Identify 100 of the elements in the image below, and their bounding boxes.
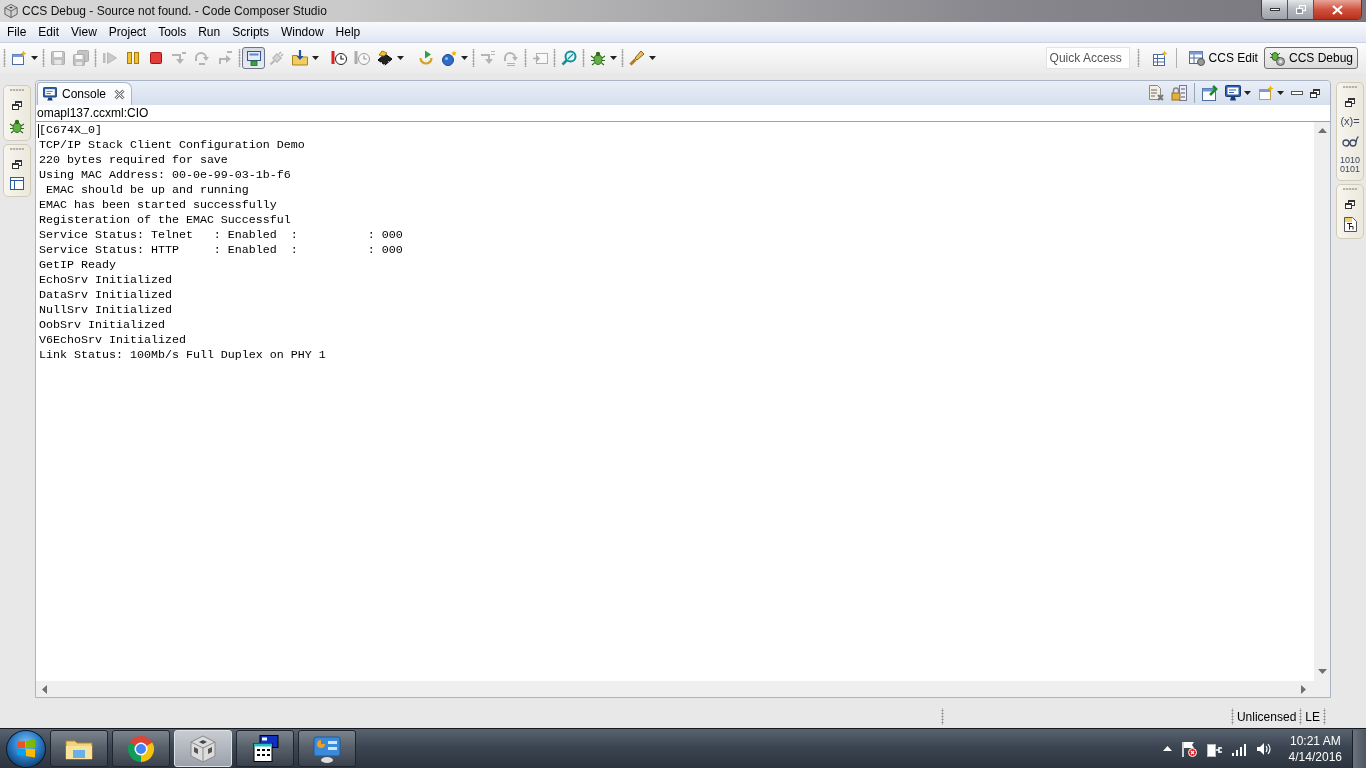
window-grid-icon bbox=[1188, 50, 1205, 66]
console-line: Service Status: HTTP : Enabled : : 000 bbox=[39, 243, 403, 258]
restore-icon[interactable] bbox=[1345, 200, 1355, 209]
glasses-icon[interactable] bbox=[1341, 135, 1359, 148]
up-triangle-icon[interactable] bbox=[1162, 746, 1172, 751]
clock-date: 4/14/2016 bbox=[1288, 748, 1342, 765]
caret-icon[interactable] bbox=[649, 56, 656, 60]
console-line: [C674X_0] bbox=[39, 123, 102, 138]
window-star-icon[interactable] bbox=[1258, 85, 1274, 101]
quick-access-field[interactable]: Quick Access bbox=[1045, 47, 1130, 69]
stop-icon[interactable] bbox=[147, 50, 164, 66]
menu-item[interactable]: Edit bbox=[32, 22, 66, 42]
menu-item[interactable]: Window bbox=[274, 22, 330, 42]
perspective-button[interactable]: CCS Edit bbox=[1183, 47, 1263, 69]
console-line: Link Status: 100Mb/s Full Duplex on PHY 1 bbox=[39, 348, 326, 363]
panel-layout-icon[interactable] bbox=[10, 177, 24, 190]
bug-icon[interactable] bbox=[9, 118, 25, 134]
bug-icon[interactable] bbox=[589, 50, 606, 66]
ball-star-icon[interactable] bbox=[440, 50, 457, 66]
caret-icon[interactable] bbox=[1277, 91, 1284, 95]
taskbar-button[interactable] bbox=[50, 730, 108, 767]
menu-item[interactable]: Tools bbox=[152, 22, 193, 42]
caret-icon[interactable] bbox=[1244, 91, 1251, 95]
restore-icon[interactable] bbox=[1345, 98, 1355, 107]
window-star-icon[interactable] bbox=[10, 50, 27, 66]
console-source-label: omapl137.ccxml:CIO bbox=[37, 106, 149, 120]
console-line: OobSrv Initialized bbox=[39, 318, 165, 333]
flag-error-icon[interactable] bbox=[1180, 740, 1197, 757]
brush-icon[interactable] bbox=[628, 50, 645, 66]
caret-icon[interactable] bbox=[31, 56, 38, 60]
console-line: Using MAC Address: 00-0e-99-03-1b-f6 bbox=[39, 168, 291, 183]
scroll-up-icon[interactable] bbox=[1317, 128, 1327, 133]
caret-icon[interactable] bbox=[461, 56, 468, 60]
menu-item[interactable]: View bbox=[65, 22, 103, 42]
menu-item[interactable]: Run bbox=[192, 22, 227, 42]
close-button[interactable] bbox=[1314, 0, 1361, 19]
clock-icon[interactable] bbox=[330, 50, 347, 66]
console-tab[interactable]: Console bbox=[37, 82, 133, 105]
search-icon[interactable] bbox=[560, 50, 577, 66]
menu-item[interactable]: Help bbox=[329, 22, 367, 42]
menu-item[interactable]: Scripts bbox=[226, 22, 275, 42]
horizontal-scrollbar[interactable] bbox=[36, 681, 1330, 697]
start-button[interactable] bbox=[6, 729, 46, 768]
scroll-down-icon[interactable] bbox=[1317, 669, 1327, 674]
status-text: Unlicensed bbox=[1236, 709, 1297, 724]
close-icon[interactable] bbox=[114, 88, 126, 100]
grid-star-icon[interactable] bbox=[1151, 50, 1168, 66]
console-line: 220 bytes required for save bbox=[39, 153, 228, 168]
monitor-icon bbox=[43, 87, 57, 101]
folder-arrow-icon[interactable] bbox=[291, 50, 308, 66]
window-pin-icon[interactable] bbox=[1202, 85, 1218, 101]
restart-arrow-icon[interactable] bbox=[417, 50, 434, 66]
menu-item[interactable]: File bbox=[1, 22, 33, 42]
pause-icon[interactable] bbox=[124, 50, 141, 66]
vertical-scrollbar[interactable] bbox=[1314, 122, 1330, 681]
minimize-icon[interactable] bbox=[1291, 91, 1303, 95]
window-stack-icon[interactable] bbox=[250, 733, 280, 764]
minimize-button[interactable] bbox=[1262, 0, 1288, 19]
circle-logo-icon[interactable] bbox=[126, 733, 156, 764]
console-line: Service Status: Telnet : Enabled : : 000 bbox=[39, 228, 403, 243]
lock-icon[interactable] bbox=[1171, 85, 1187, 101]
caret-icon[interactable] bbox=[312, 56, 319, 60]
chip-icon[interactable] bbox=[376, 50, 393, 66]
show-desktop-button[interactable] bbox=[1352, 729, 1366, 768]
console-line: NullSrv Initialized bbox=[39, 303, 172, 318]
console-line: EMAC should be up and running bbox=[45, 183, 249, 198]
console-line: GetIP Ready bbox=[39, 258, 116, 273]
console-line: EchoSrv Initialized bbox=[39, 273, 172, 288]
taskbar-button[interactable] bbox=[236, 730, 294, 767]
window-title: CCS Debug - Source not found. - Code Composer Studio bbox=[22, 4, 327, 18]
monitor-icon[interactable] bbox=[1225, 85, 1241, 101]
maximize-button[interactable] bbox=[1288, 0, 1314, 19]
x-equals-button[interactable]: (x)= bbox=[1340, 115, 1360, 127]
flag-logo-icon bbox=[16, 739, 36, 758]
caret-icon[interactable] bbox=[610, 56, 617, 60]
menu-item[interactable]: Project bbox=[102, 22, 153, 42]
minimize-icon bbox=[1269, 8, 1280, 11]
scroll-right-icon[interactable] bbox=[1301, 684, 1306, 694]
restore-icon[interactable] bbox=[12, 160, 22, 169]
document-icon[interactable] bbox=[1343, 217, 1357, 232]
cube-icon bbox=[4, 4, 18, 18]
console-line: DataSrv Initialized bbox=[39, 288, 172, 303]
document-x-icon[interactable] bbox=[1148, 85, 1164, 101]
caret-icon[interactable] bbox=[397, 56, 404, 60]
clock-time: 10:21 AM bbox=[1289, 732, 1341, 749]
console-line: EMAC has been started successfully bbox=[39, 198, 277, 213]
status-text: LE bbox=[1305, 709, 1320, 724]
cube-icon[interactable] bbox=[188, 733, 218, 764]
maximize-icon[interactable] bbox=[1310, 88, 1320, 98]
signal-bars-icon[interactable] bbox=[1230, 741, 1247, 756]
taskbar-button[interactable] bbox=[112, 730, 170, 767]
dashboard-icon[interactable] bbox=[312, 733, 342, 764]
taskbar-button[interactable] bbox=[298, 730, 356, 767]
binary-button[interactable]: 1010 0101 bbox=[1340, 156, 1360, 174]
restore-icon[interactable] bbox=[12, 101, 22, 110]
restore-icon bbox=[1295, 5, 1306, 14]
perspective-button[interactable]: CCS Debug bbox=[1263, 47, 1358, 69]
close-icon bbox=[1332, 4, 1343, 15]
scroll-left-icon[interactable] bbox=[42, 684, 47, 694]
console-line: V6EchoSrv Initialized bbox=[39, 333, 186, 348]
